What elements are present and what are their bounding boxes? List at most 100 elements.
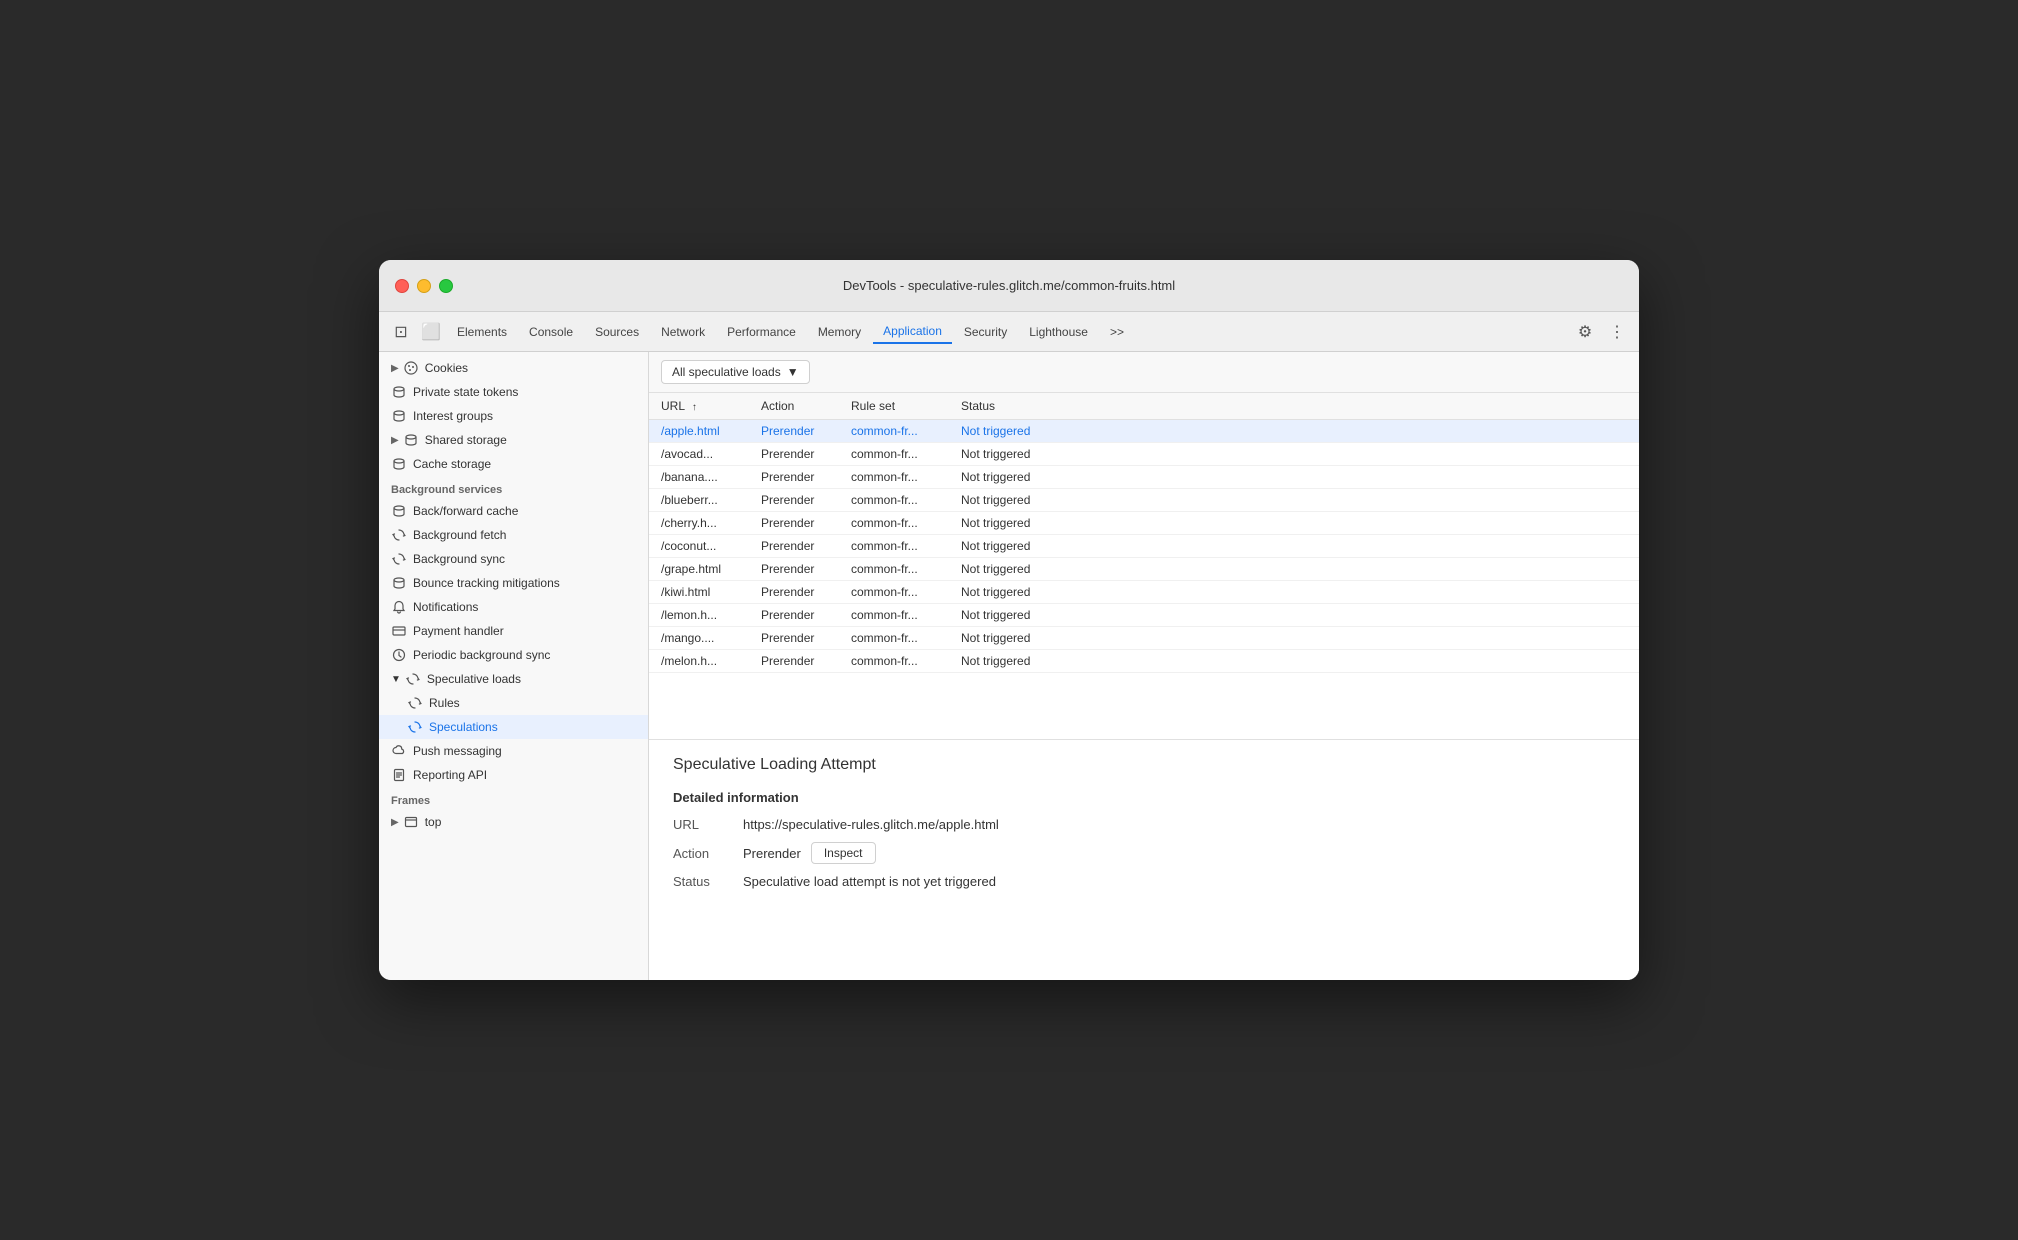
sidebar-item-notifications[interactable]: Notifications (379, 595, 648, 619)
panel-top: All speculative loads ▼ URL ↑ Acti (649, 352, 1639, 740)
table-container: URL ↑ Action Rule set Status /apple.html… (649, 393, 1639, 739)
cell-ruleset: common-fr... (839, 535, 949, 558)
sidebar-item-interest-groups[interactable]: Interest groups (379, 404, 648, 428)
detail-action-row: Action Prerender Inspect (673, 842, 1615, 864)
title-bar: DevTools - speculative-rules.glitch.me/c… (379, 260, 1639, 312)
table-row[interactable]: /lemon.h... Prerender common-fr... Not t… (649, 604, 1639, 627)
sidebar-item-top[interactable]: ▶ top (379, 810, 648, 834)
sidebar-item-private-state-tokens[interactable]: Private state tokens (379, 380, 648, 404)
table-row[interactable]: /banana.... Prerender common-fr... Not t… (649, 466, 1639, 489)
close-button[interactable] (395, 279, 409, 293)
sidebar-item-push-messaging[interactable]: Push messaging (379, 739, 648, 763)
cell-action: Prerender (749, 535, 839, 558)
cell-status: Not triggered (949, 627, 1639, 650)
table-row[interactable]: /grape.html Prerender common-fr... Not t… (649, 558, 1639, 581)
cell-ruleset: common-fr... (839, 512, 949, 535)
cell-url: /lemon.h... (649, 604, 749, 627)
inspect-element-icon[interactable]: ⊡ (387, 318, 415, 346)
detail-status-row: Status Speculative load attempt is not y… (673, 874, 1615, 889)
sidebar-item-rules[interactable]: Rules (379, 691, 648, 715)
sidebar-item-background-sync[interactable]: Background sync (379, 547, 648, 571)
col-header-ruleset[interactable]: Rule set (839, 393, 949, 420)
main-content: ▶ Cookies Private state tokens Interest … (379, 352, 1639, 980)
expand-arrow-2: ▶ (391, 435, 399, 446)
cell-status: Not triggered (949, 535, 1639, 558)
tab-memory[interactable]: Memory (808, 321, 871, 343)
tab-elements[interactable]: Elements (447, 321, 517, 343)
cell-status: Not triggered (949, 581, 1639, 604)
table-row[interactable]: /apple.html Prerender common-fr... Not t… (649, 420, 1639, 443)
maximize-button[interactable] (439, 279, 453, 293)
sync-icon-4 (407, 695, 423, 711)
sync-icon-5 (407, 719, 423, 735)
device-toggle-icon[interactable]: ⬜ (417, 318, 445, 346)
table-row[interactable]: /kiwi.html Prerender common-fr... Not tr… (649, 581, 1639, 604)
table-row[interactable]: /cherry.h... Prerender common-fr... Not … (649, 512, 1639, 535)
sidebar-background-sync-label: Background sync (413, 552, 505, 566)
sidebar-item-cache-storage[interactable]: Cache storage (379, 452, 648, 476)
sidebar-speculations-label: Speculations (429, 720, 498, 734)
tab-network[interactable]: Network (651, 321, 715, 343)
detail-url-value: https://speculative-rules.glitch.me/appl… (743, 817, 999, 832)
table-row[interactable]: /blueberr... Prerender common-fr... Not … (649, 489, 1639, 512)
cell-ruleset: common-fr... (839, 627, 949, 650)
sort-icon: ↑ (692, 402, 697, 413)
tab-lighthouse[interactable]: Lighthouse (1019, 321, 1098, 343)
more-options-icon[interactable]: ⋮ (1603, 318, 1631, 346)
detail-url-label: URL (673, 817, 743, 832)
sidebar-bg-services-label: Background services (379, 476, 648, 499)
expand-arrow: ▶ (391, 363, 399, 374)
sidebar-reporting-api-label: Reporting API (413, 768, 487, 782)
table-row[interactable]: /coconut... Prerender common-fr... Not t… (649, 535, 1639, 558)
cell-url: /apple.html (649, 420, 749, 443)
table-row[interactable]: /melon.h... Prerender common-fr... Not t… (649, 650, 1639, 673)
cell-url: /blueberr... (649, 489, 749, 512)
filter-dropdown[interactable]: All speculative loads ▼ (661, 360, 810, 384)
minimize-button[interactable] (417, 279, 431, 293)
sidebar-item-bounce-tracking[interactable]: Bounce tracking mitigations (379, 571, 648, 595)
cell-ruleset: common-fr... (839, 558, 949, 581)
tab-sources[interactable]: Sources (585, 321, 649, 343)
tab-application[interactable]: Application (873, 320, 952, 344)
sidebar-item-periodic-background-sync[interactable]: Periodic background sync (379, 643, 648, 667)
table-row[interactable]: /mango.... Prerender common-fr... Not tr… (649, 627, 1639, 650)
cell-status: Not triggered (949, 604, 1639, 627)
tabs-bar: ⊡ ⬜ Elements Console Sources Network Per… (379, 312, 1639, 352)
cell-url: /coconut... (649, 535, 749, 558)
sidebar-item-payment-handler[interactable]: Payment handler (379, 619, 648, 643)
devtools-window: DevTools - speculative-rules.glitch.me/c… (379, 260, 1639, 980)
sidebar-item-background-fetch[interactable]: Background fetch (379, 523, 648, 547)
sidebar-item-shared-storage[interactable]: ▶ Shared storage (379, 428, 648, 452)
tab-performance[interactable]: Performance (717, 321, 806, 343)
expand-arrow-4: ▶ (391, 817, 399, 828)
window-title: DevTools - speculative-rules.glitch.me/c… (843, 278, 1175, 293)
tab-security[interactable]: Security (954, 321, 1017, 343)
sidebar-item-back-forward-cache[interactable]: Back/forward cache (379, 499, 648, 523)
cell-url: /mango.... (649, 627, 749, 650)
settings-icon[interactable]: ⚙ (1571, 318, 1599, 346)
tab-console[interactable]: Console (519, 321, 583, 343)
sidebar-periodic-bg-sync-label: Periodic background sync (413, 648, 550, 662)
table-row[interactable]: /avocad... Prerender common-fr... Not tr… (649, 443, 1639, 466)
cell-action: Prerender (749, 420, 839, 443)
sync-icon-2 (391, 551, 407, 567)
cell-url: /grape.html (649, 558, 749, 581)
sidebar-item-speculative-loads[interactable]: ▼ Speculative loads (379, 667, 648, 691)
expand-arrow-3: ▼ (391, 674, 401, 685)
sidebar-notifications-label: Notifications (413, 600, 478, 614)
clock-icon (391, 647, 407, 663)
detail-title: Speculative Loading Attempt (673, 756, 1615, 774)
inspect-button[interactable]: Inspect (811, 842, 876, 864)
sidebar-item-reporting-api[interactable]: Reporting API (379, 763, 648, 787)
col-header-url[interactable]: URL ↑ (649, 393, 749, 420)
db-icon-4 (391, 456, 407, 472)
tab-more[interactable]: >> (1100, 321, 1134, 343)
col-header-action[interactable]: Action (749, 393, 839, 420)
db-icon-5 (391, 503, 407, 519)
filter-bar: All speculative loads ▼ (649, 352, 1639, 393)
sidebar-item-cookies[interactable]: ▶ Cookies (379, 356, 648, 380)
cell-status: Not triggered (949, 420, 1639, 443)
sidebar-speculative-loads-label: Speculative loads (427, 672, 521, 686)
col-header-status[interactable]: Status (949, 393, 1639, 420)
sidebar-item-speculations[interactable]: Speculations (379, 715, 648, 739)
